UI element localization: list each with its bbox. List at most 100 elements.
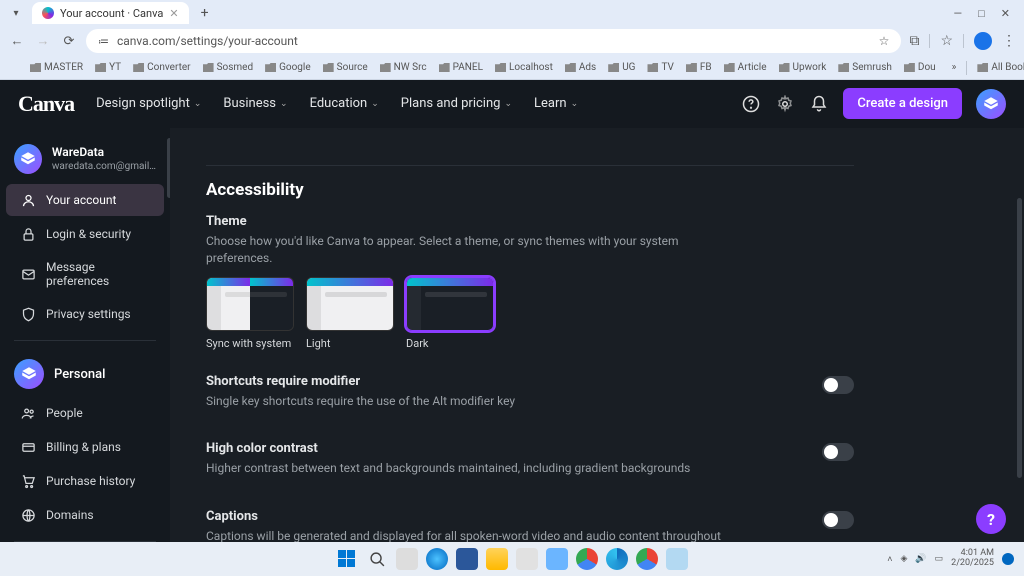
chrome-icon[interactable]: [576, 548, 598, 570]
sidebar-item-your-account[interactable]: Your account: [6, 184, 164, 216]
create-design-button[interactable]: Create a design: [843, 88, 962, 119]
app-icon-3[interactable]: [516, 548, 538, 570]
theme-option-dark[interactable]: Dark: [406, 277, 494, 350]
app-icon-1[interactable]: [426, 548, 448, 570]
sidebar-user-avatar: [14, 144, 42, 174]
user-avatar[interactable]: [976, 89, 1006, 119]
main-scrollbar-thumb[interactable]: [1017, 198, 1022, 478]
close-window-icon[interactable]: ✕: [1001, 7, 1010, 20]
menu-icon[interactable]: ⋮: [1002, 33, 1016, 49]
theme-option-sync-with-system[interactable]: Sync with system: [206, 277, 294, 350]
toggle-switch[interactable]: [822, 511, 854, 529]
reload-icon[interactable]: ⟳: [60, 32, 78, 50]
sidebar-team-block[interactable]: Personal: [0, 351, 170, 397]
sidebar-item-message-preferences[interactable]: Message preferences: [6, 252, 164, 296]
bookmark-item[interactable]: Localhost: [495, 62, 553, 73]
start-icon[interactable]: [336, 548, 358, 570]
browser-toolbar: ← → ⟳ ≔ canva.com/settings/your-account …: [0, 26, 1024, 56]
gear-icon[interactable]: [775, 94, 795, 114]
new-tab-button[interactable]: +: [195, 5, 215, 21]
notifications-icon[interactable]: [1002, 553, 1014, 565]
close-tab-icon[interactable]: ✕: [169, 7, 178, 20]
header-nav: Design spotlight⌄ Business⌄ Education⌄ Plan…: [96, 96, 578, 111]
user-icon: [20, 192, 36, 208]
minimize-icon[interactable]: ―: [954, 7, 963, 20]
browser-tab[interactable]: Your account · Canva ✕: [32, 2, 189, 24]
maximize-icon[interactable]: □: [978, 7, 985, 20]
toggle-switch[interactable]: [822, 443, 854, 461]
file-explorer-icon[interactable]: [486, 548, 508, 570]
bookmark-star-icon[interactable]: ☆: [879, 34, 890, 48]
bookmark-item[interactable]: Dou: [904, 62, 936, 73]
bookmark-item[interactable]: Article: [724, 62, 767, 73]
setting-title: High color contrast: [206, 441, 792, 456]
bell-icon[interactable]: [809, 94, 829, 114]
theme-options: Sync with systemLightDark: [206, 277, 854, 350]
bookmark-item[interactable]: UG: [608, 62, 635, 73]
help-icon[interactable]: [741, 94, 761, 114]
sidebar-item-domains[interactable]: Domains: [6, 499, 164, 531]
wifi-icon[interactable]: ◈: [901, 554, 908, 564]
extensions-icon[interactable]: ⧉: [909, 33, 919, 49]
bookmark-item[interactable]: NW Src: [380, 62, 427, 73]
browser-tab-strip: ▾ Your account · Canva ✕ + ― □ ✕: [0, 0, 1024, 26]
tab-search-icon[interactable]: ▾: [6, 3, 26, 23]
toggle-switch[interactable]: [822, 376, 854, 394]
app-icon-2[interactable]: [456, 548, 478, 570]
bookmark-item[interactable]: Google: [265, 62, 311, 73]
app-icon-4[interactable]: [546, 548, 568, 570]
header-nav-item[interactable]: Learn⌄: [534, 96, 578, 111]
sidebar-item-login-security[interactable]: Login & security: [6, 218, 164, 250]
setting-desc: Higher contrast between text and backgro…: [206, 460, 726, 477]
chrome-icon-2[interactable]: [636, 548, 658, 570]
header-nav-item[interactable]: Business⌄: [223, 96, 287, 111]
header-nav-item[interactable]: Plans and pricing⌄: [401, 96, 512, 111]
address-bar[interactable]: ≔ canva.com/settings/your-account ☆: [86, 29, 901, 53]
settings-main: Accessibility Theme Choose how you'd lik…: [170, 128, 1024, 576]
bookmark-item[interactable]: MASTER: [30, 62, 83, 73]
app-icon-5[interactable]: [666, 548, 688, 570]
setting-row: Shortcuts require modifierSingle key sho…: [206, 374, 854, 420]
bookmark-item[interactable]: Semrush: [838, 62, 892, 73]
help-fab-button[interactable]: ?: [976, 504, 1006, 534]
favorite-star-icon[interactable]: ☆: [940, 33, 953, 49]
sidebar-user-block[interactable]: WareData waredata.com@gmail.c…: [0, 138, 170, 184]
sidebar-item-purchase-history[interactable]: Purchase history: [6, 465, 164, 497]
back-icon[interactable]: ←: [8, 32, 26, 50]
bookmark-overflow[interactable]: »: [952, 62, 957, 73]
mail-icon: [20, 266, 36, 282]
volume-icon[interactable]: 🔊: [915, 554, 926, 564]
setting-row: High color contrast Higher contrast betwe…: [206, 441, 854, 487]
browser-actions: ⧉ ☆ ⋮: [909, 32, 1016, 50]
header-nav-item[interactable]: Education⌄: [310, 96, 379, 111]
bookmark-item[interactable]: Source: [323, 62, 368, 73]
window-controls: ― □ ✕: [954, 7, 1018, 20]
battery-icon[interactable]: ▭: [935, 554, 944, 564]
site-info-icon[interactable]: ≔: [98, 35, 109, 48]
tray-chevron-icon[interactable]: ˄: [887, 554, 892, 565]
profile-avatar-icon[interactable]: [974, 32, 992, 50]
settings-sidebar: WareData waredata.com@gmail.c… Your acco…: [0, 128, 170, 576]
theme-description: Choose how you'd like Canva to appear. S…: [206, 233, 726, 267]
canva-logo[interactable]: Canva: [18, 91, 74, 117]
system-tray: ˄ ◈ 🔊 ▭ 4:01 AM 2/20/2025: [887, 549, 1014, 569]
sidebar-item-privacy-settings[interactable]: Privacy settings: [6, 298, 164, 330]
task-view-icon[interactable]: [396, 548, 418, 570]
bookmark-item[interactable]: Ads: [565, 62, 596, 73]
header-nav-item[interactable]: Design spotlight⌄: [96, 96, 201, 111]
bookmark-item[interactable]: Sosmed: [203, 62, 254, 73]
all-bookmarks-button[interactable]: All Bookmarks: [977, 62, 1024, 73]
clock[interactable]: 4:01 AM 2/20/2025: [951, 549, 994, 569]
bookmark-item[interactable]: Converter: [133, 62, 190, 73]
sidebar-item-billing-plans[interactable]: Billing & plans: [6, 431, 164, 463]
forward-icon[interactable]: →: [34, 32, 52, 50]
search-icon[interactable]: [366, 548, 388, 570]
edge-icon[interactable]: [606, 548, 628, 570]
bookmark-item[interactable]: FB: [686, 62, 712, 73]
bookmark-item[interactable]: YT: [95, 62, 121, 73]
bookmark-item[interactable]: TV: [647, 62, 673, 73]
bookmark-item[interactable]: PANEL: [439, 62, 483, 73]
sidebar-item-people[interactable]: People: [6, 397, 164, 429]
theme-option-light[interactable]: Light: [306, 277, 394, 350]
bookmark-item[interactable]: Upwork: [779, 62, 827, 73]
